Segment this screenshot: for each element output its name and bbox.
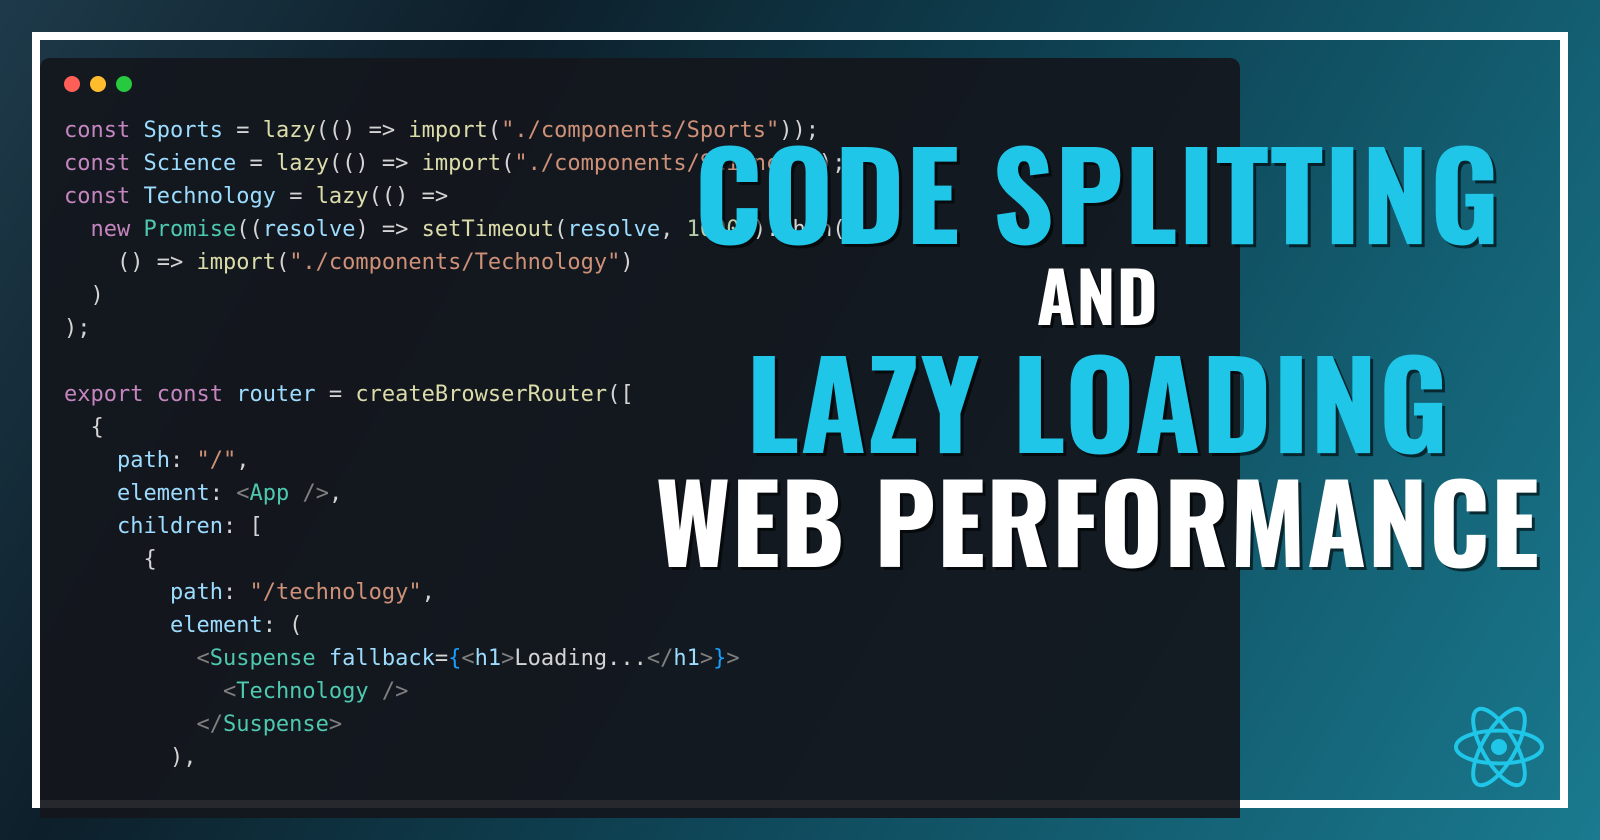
- minimize-icon[interactable]: [90, 76, 106, 92]
- close-icon[interactable]: [64, 76, 80, 92]
- title-stack: CODE SPLITTING AND LAZY LOADING WEB PERF…: [655, 130, 1540, 573]
- maximize-icon[interactable]: [116, 76, 132, 92]
- react-icon: [1454, 702, 1544, 792]
- title-line-4: WEB PERFORMANCE: [655, 465, 1540, 573]
- window-controls: [64, 76, 1216, 92]
- title-line-1: CODE SPLITTING: [655, 130, 1540, 250]
